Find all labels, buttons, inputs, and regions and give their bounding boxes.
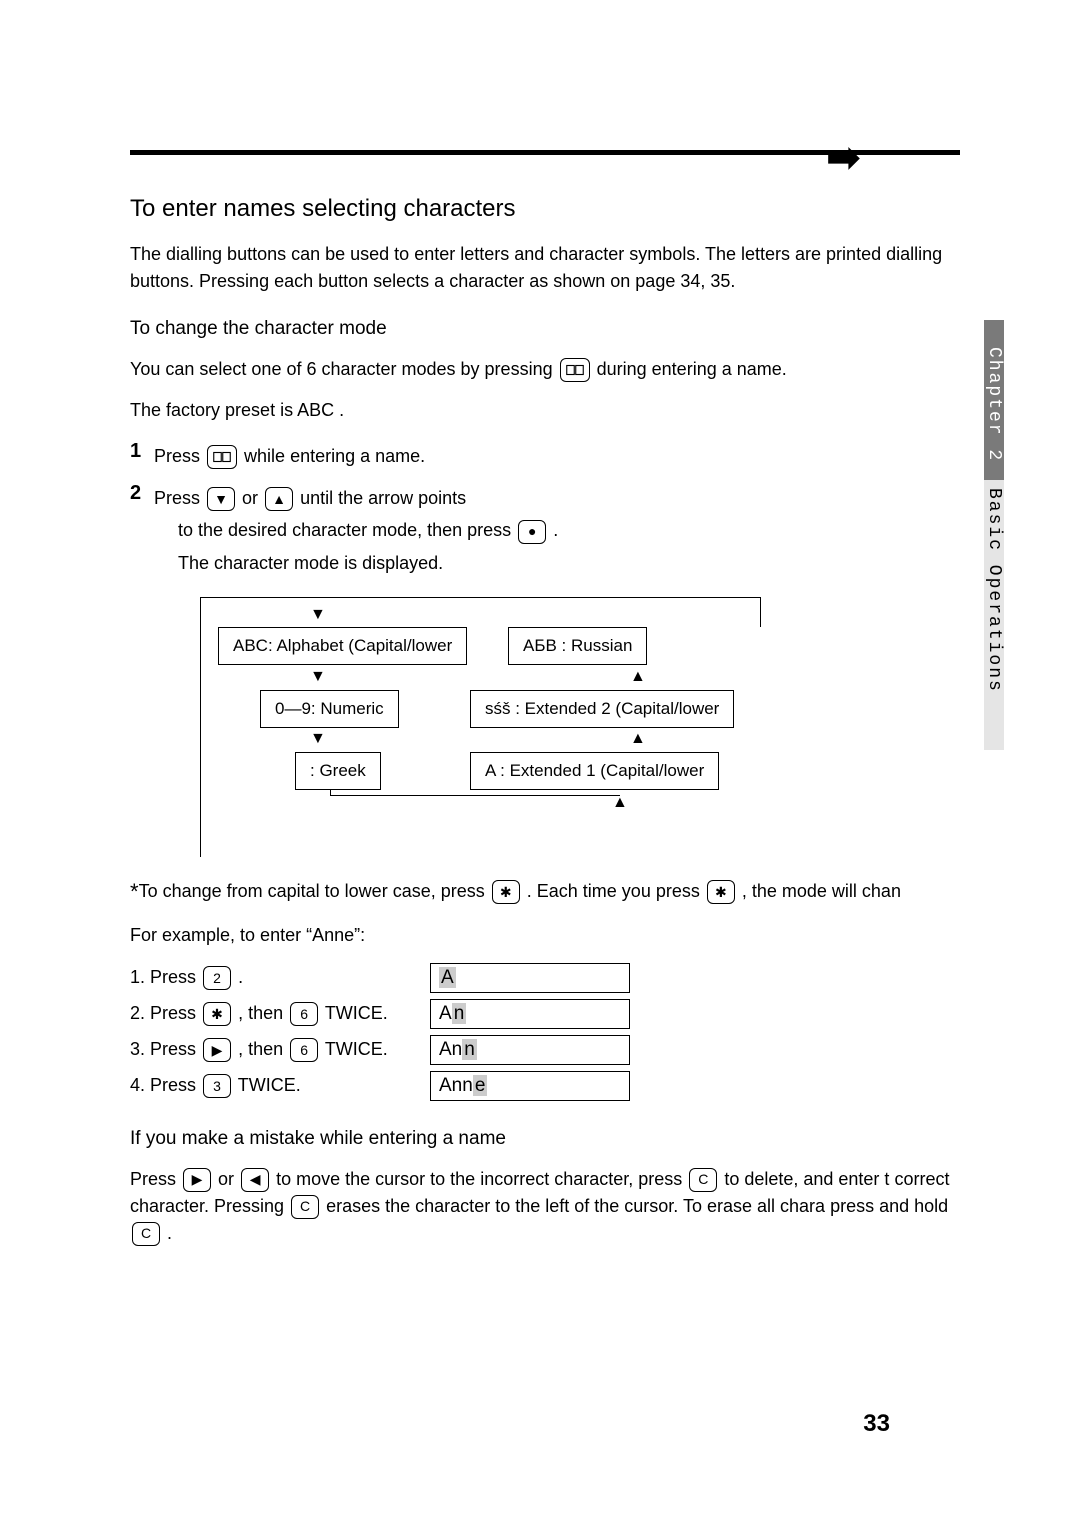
- c-key: C: [689, 1168, 717, 1192]
- step-1-num: 1: [130, 440, 154, 463]
- up-arrow-icon: ▲: [630, 731, 646, 747]
- two-key: 2: [203, 966, 231, 990]
- example-cell-1: A: [430, 963, 630, 993]
- mode-greek: : Greek: [295, 752, 381, 790]
- step-1-text: Press while entering a name.: [154, 440, 960, 472]
- example-cell-2: An: [430, 999, 630, 1029]
- example-cell-4: Anne: [430, 1071, 630, 1101]
- left-key-icon: ◀: [241, 1168, 269, 1192]
- center-key-icon: ●: [518, 520, 546, 544]
- continue-arrow-icon: ➡: [826, 135, 860, 181]
- mistake-text: Press ▶ or ◀ to move the cursor to the i…: [130, 1166, 960, 1247]
- down-arrow-icon: ▼: [310, 731, 326, 747]
- chapter-label: Chapter 2: [984, 320, 1004, 480]
- up-arrow-icon: ▲: [630, 669, 646, 685]
- example-step-4: 4. Press 3 TWICE.: [130, 1074, 430, 1098]
- example-step-2: 2. Press ✱ , then 6 TWICE.: [130, 1002, 430, 1026]
- three-key: 3: [203, 1074, 231, 1098]
- mistake-heading: If you make a mistake while entering a n…: [130, 1125, 960, 1154]
- example-cell-3: Ann: [430, 1035, 630, 1065]
- up-key-icon: ▲: [265, 487, 293, 511]
- star-key-icon: ✱: [203, 1002, 231, 1026]
- down-arrow-icon: ▼: [310, 669, 326, 685]
- up-arrow-icon: ▲: [612, 795, 628, 811]
- chapter-tab: Chapter 2 Basic Operations: [984, 320, 1020, 750]
- right-key-icon: ▶: [203, 1038, 231, 1062]
- mode-ext1: A : Extended 1 (Capital/lower: [470, 752, 719, 790]
- c-key: C: [132, 1222, 160, 1246]
- right-key-icon: ▶: [183, 1168, 211, 1192]
- book-key-icon: [207, 445, 237, 469]
- mode-ext2: sśš : Extended 2 (Capital/lower: [470, 690, 734, 728]
- page-number: 33: [863, 1410, 890, 1438]
- step-2-num: 2: [130, 482, 154, 505]
- intro-text: The dialling buttons can be used to ente…: [130, 241, 960, 295]
- six-key: 6: [290, 1002, 318, 1026]
- mode-abc: ABC: Alphabet (Capital/lower: [218, 627, 467, 665]
- six-key: 6: [290, 1038, 318, 1062]
- mode-russian: AБB : Russian: [508, 627, 647, 665]
- subheading-change-mode: To change the character mode: [130, 315, 960, 344]
- section-title: To enter names selecting characters: [130, 195, 960, 223]
- section-label: Basic Operations: [984, 480, 1004, 750]
- change-mode-text: You can select one of 6 character modes …: [130, 356, 960, 383]
- step-2-text: Press ▼ or ▲ until the arrow points to t…: [154, 482, 960, 579]
- example-step-1: 1. Press 2 .: [130, 966, 430, 990]
- star-key-icon: ✱: [492, 880, 520, 904]
- c-key: C: [291, 1195, 319, 1219]
- factory-preset: The factory preset is ABC .: [130, 397, 960, 424]
- star-note: *To change from capital to lower case, p…: [130, 875, 960, 908]
- star-key-icon: ✱: [707, 880, 735, 904]
- book-key-icon: [560, 358, 590, 382]
- mode-numeric: 0—9: Numeric: [260, 690, 399, 728]
- down-key-icon: ▼: [207, 487, 235, 511]
- mode-diagram: ▼ ABC: Alphabet (Capital/lower ▼ 0—9: Nu…: [130, 595, 960, 875]
- down-arrow-icon: ▼: [310, 607, 326, 623]
- example-heading: For example, to enter “Anne”:: [130, 922, 960, 949]
- example-step-3: 3. Press ▶ , then 6 TWICE.: [130, 1038, 430, 1062]
